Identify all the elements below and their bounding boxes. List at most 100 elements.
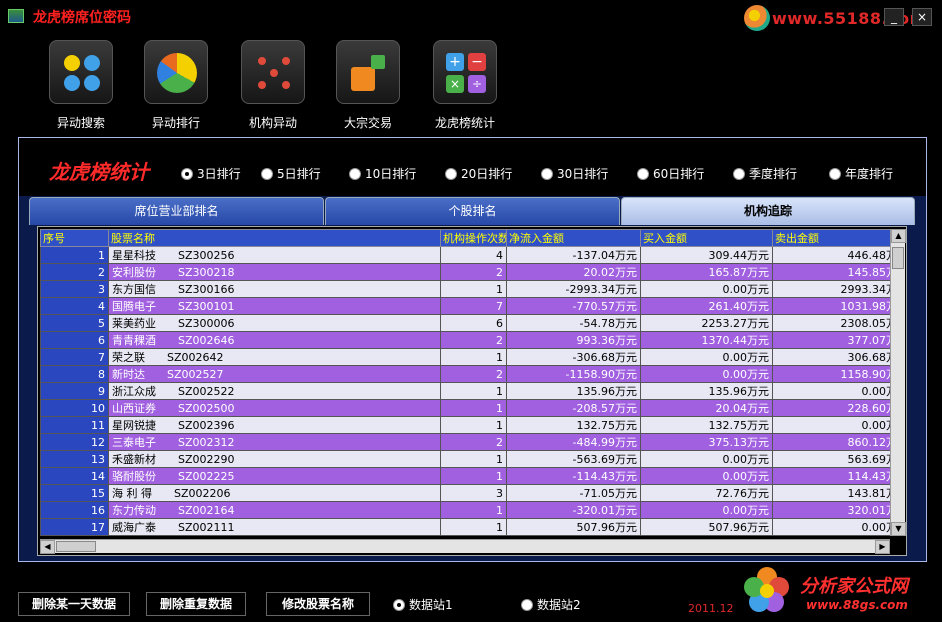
period-5d[interactable]: 5日排行	[261, 165, 321, 182]
station-label: 数据站2	[537, 598, 581, 612]
net-inflow: -770.57万元	[506, 297, 641, 315]
buy-amount: 0.00万元	[640, 348, 773, 366]
row-index: 7	[40, 348, 109, 366]
op-count: 1	[440, 382, 507, 400]
table-row[interactable]: 7荣之联 SZ002642 1-306.68万元0.00万元306.68万	[40, 348, 890, 366]
station-2[interactable]: 数据站2	[521, 596, 581, 613]
table-row[interactable]: 14骆耐股份 SZ002225 1-114.43万元0.00万元114.43万	[40, 467, 890, 485]
station-1[interactable]: 数据站1	[393, 596, 453, 613]
period-30d[interactable]: 30日排行	[541, 165, 608, 182]
stock-cell: 国腾电子 SZ300101	[108, 297, 441, 315]
brand-url: www.88gs.com	[806, 598, 908, 612]
column-header[interactable]: 买入金额	[640, 229, 773, 247]
scroll-thumb[interactable]	[892, 247, 904, 269]
table-row[interactable]: 9浙江众成SZ0025221135.96万元135.96万元0.00万	[40, 382, 890, 400]
table-row[interactable]: 18苏州固锝SZ0020794-305.04万元385.14万元690.18万	[40, 535, 890, 536]
column-header[interactable]: 股票名称	[108, 229, 441, 247]
period-60d[interactable]: 60日排行	[637, 165, 704, 182]
table-row[interactable]: 17威海广泰SZ0021111507.96万元507.96万元0.00万	[40, 518, 890, 536]
panel-header: 龙虎榜统计 3日排行 5日排行 10日排行 20日排行 30日排行 60日排行 …	[19, 138, 926, 196]
scroll-thumb[interactable]	[56, 541, 96, 552]
op-count: 3	[440, 484, 507, 502]
stock-code: SZ002290	[178, 453, 235, 466]
stock-code: SZ300006	[178, 317, 235, 330]
tool-label: 龙虎榜统计	[434, 116, 495, 130]
table-row[interactable]: 6青青稞酒 SZ002646 2993.36万元1370.44万元377.07万	[40, 331, 890, 349]
tab-institution-tracking[interactable]: 机构追踪	[621, 197, 915, 225]
delete-duplicate-button[interactable]: 删除重复数据	[146, 592, 246, 616]
scroll-left-icon[interactable]: ◀	[40, 540, 55, 554]
net-inflow: -484.99万元	[506, 433, 641, 451]
op-count: 2	[440, 365, 507, 383]
scroll-down-icon[interactable]: ▼	[891, 522, 906, 536]
tool-anomaly-search[interactable]: 异动搜索	[36, 40, 126, 131]
row-index: 16	[40, 501, 109, 519]
stock-cell: 禾盛新材 SZ002290	[108, 450, 441, 468]
stock-name: 骆耐股份	[112, 470, 156, 483]
minimize-button[interactable]: _	[884, 8, 904, 26]
table-row[interactable]: 16东力传动 SZ002164 1-320.01万元0.00万元320.01万	[40, 501, 890, 519]
buy-amount: 0.00万元	[640, 467, 773, 485]
sell-amount: 320.01万	[772, 501, 890, 519]
vertical-scrollbar[interactable]: ▲ ▼	[890, 229, 906, 536]
table-row[interactable]: 5莱美药业 SZ300006 6-54.78万元2253.27万元2308.05万	[40, 314, 890, 332]
radio-icon	[637, 167, 649, 180]
stock-code: SZ002206	[174, 487, 231, 500]
tab-seat-ranking[interactable]: 席位营业部排名	[29, 197, 324, 225]
column-header[interactable]: 机构操作次数	[440, 229, 507, 247]
radio-icon	[829, 167, 841, 180]
title-bar: 龙虎榜席位密码 www.55188.com _ ×	[0, 0, 942, 32]
tool-label: 机构异动	[248, 116, 297, 130]
buy-amount: 385.14万元	[640, 535, 773, 536]
tool-dragon-tiger-stats[interactable]: + − × ÷ 龙虎榜统计	[420, 40, 510, 131]
row-index: 18	[40, 535, 109, 536]
period-20d[interactable]: 20日排行	[445, 165, 512, 182]
table-row[interactable]: 15海 利 得 SZ002206 3-71.05万元72.76万元143.81万	[40, 484, 890, 502]
table-row[interactable]: 3东方国信 SZ300166 1-2993.34万元0.00万元2993.34万	[40, 280, 890, 298]
stock-cell: 浙江众成 SZ002522	[108, 382, 441, 400]
rename-stock-button[interactable]: 修改股票名称	[266, 592, 370, 616]
tool-block-trade[interactable]: 大宗交易	[323, 40, 413, 131]
table-row[interactable]: 13禾盛新材 SZ002290 1-563.69万元0.00万元563.69万	[40, 450, 890, 468]
period-10d[interactable]: 10日排行	[349, 165, 416, 182]
scroll-right-icon[interactable]: ▶	[875, 540, 890, 554]
table-row[interactable]: 11星网锐捷SZ0023961132.75万元132.75万元0.00万	[40, 416, 890, 434]
table-row[interactable]: 4国腾电子 SZ300101 7-770.57万元261.40万元1031.98万	[40, 297, 890, 315]
sell-amount: 860.12万	[772, 433, 890, 451]
radio-icon	[261, 167, 273, 180]
tool-institution-anomaly[interactable]: 机构异动	[228, 40, 318, 131]
window-title: 龙虎榜席位密码	[33, 10, 131, 26]
period-year[interactable]: 年度排行	[829, 165, 893, 182]
tool-anomaly-rank[interactable]: 异动排行	[131, 40, 221, 131]
table-row[interactable]: 10山西证券 SZ002500 1-208.57万元20.04万元228.60万	[40, 399, 890, 417]
column-header[interactable]: 净流入金额	[506, 229, 641, 247]
period-quarter[interactable]: 季度排行	[733, 165, 797, 182]
column-header[interactable]: 序号	[40, 229, 109, 247]
table-header: 序号 股票名称 机构操作次数 净流入金额 买入金额 卖出金额	[40, 229, 890, 247]
stock-code: SZ002527	[167, 368, 224, 381]
tab-stock-ranking[interactable]: 个股排名	[325, 197, 620, 225]
buy-amount: 507.96万元	[640, 518, 773, 536]
period-label: 3日排行	[197, 167, 241, 181]
stats-panel: 龙虎榜统计 3日排行 5日排行 10日排行 20日排行 30日排行 60日排行 …	[18, 137, 927, 562]
sell-amount: 0.00万	[772, 518, 890, 536]
close-button[interactable]: ×	[912, 8, 932, 26]
sell-amount: 1031.98万	[772, 297, 890, 315]
net-inflow: -208.57万元	[506, 399, 641, 417]
table-row[interactable]: 1星星科技 SZ300256 4-137.04万元309.44万元446.48万	[40, 246, 890, 264]
column-header[interactable]: 卖出金额	[772, 229, 890, 247]
stock-cell: 东力传动 SZ002164	[108, 501, 441, 519]
horizontal-scrollbar[interactable]: ◀ ▶	[40, 539, 890, 554]
row-index: 9	[40, 382, 109, 400]
buy-amount: 72.76万元	[640, 484, 773, 502]
table-row[interactable]: 8新时达 SZ002527 2-1158.90万元0.00万元1158.90万	[40, 365, 890, 383]
buy-amount: 375.13万元	[640, 433, 773, 451]
scroll-up-icon[interactable]: ▲	[891, 229, 906, 243]
delete-day-button[interactable]: 删除某一天数据	[18, 592, 130, 616]
data-grid: 序号 股票名称 机构操作次数 净流入金额 买入金额 卖出金额 1 星星科技 SZ30…	[37, 226, 907, 556]
table-row[interactable]: 12三泰电子 SZ002312 2-484.99万元375.13万元860.12万	[40, 433, 890, 451]
pie-icon	[144, 40, 208, 104]
period-3d[interactable]: 3日排行	[181, 165, 241, 182]
table-row[interactable]: 2安利股份SZ300218220.02万元165.87万元145.85万	[40, 263, 890, 281]
row-index: 8	[40, 365, 109, 383]
